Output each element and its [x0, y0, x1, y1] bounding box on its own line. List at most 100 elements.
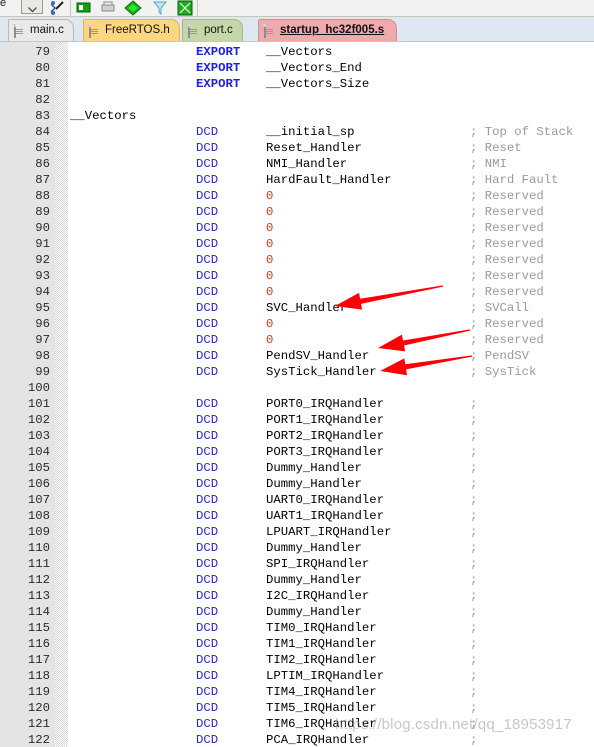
code-keyword: DCD	[196, 349, 219, 363]
tab-port-c[interactable]: port.c	[182, 19, 243, 42]
code-line[interactable]: 92 DCD 0 ; Reserved	[0, 252, 594, 268]
code-symbol: SysTick_Handler	[266, 365, 377, 379]
code-line[interactable]: 115 DCD TIM0_IRQHandler;	[0, 620, 594, 636]
code-line[interactable]: 87 DCD HardFault_Handler ; Hard Fault	[0, 172, 594, 188]
code-line[interactable]: 101 DCD PORT0_IRQHandler;	[0, 396, 594, 412]
code-line[interactable]: 81 EXPORT __Vectors_Size	[0, 76, 594, 92]
insert-window-icon-button[interactable]	[74, 0, 93, 16]
line-number: 113	[27, 589, 50, 603]
code-keyword: DCD	[196, 333, 219, 347]
toolbar-separator	[70, 0, 71, 16]
code-line[interactable]: 104 DCD PORT3_IRQHandler;	[0, 444, 594, 460]
code-comment: ;	[470, 397, 478, 411]
code-label: __Vectors	[70, 109, 137, 123]
code-line[interactable]: 91 DCD 0 ; Reserved	[0, 236, 594, 252]
code-line[interactable]: 80 EXPORT __Vectors_End	[0, 60, 594, 76]
code-line[interactable]: 85 DCD Reset_Handler ; Reset	[0, 140, 594, 156]
print-preview-icon-button[interactable]	[98, 0, 117, 16]
line-number: 94	[35, 285, 50, 299]
code-line[interactable]: 105 DCD Dummy_Handler;	[0, 460, 594, 476]
code-line[interactable]: 122 DCD PCA_IRQHandler;	[0, 732, 594, 747]
code-symbol: NMI_Handler	[266, 157, 348, 171]
code-line[interactable]: 82	[0, 92, 594, 108]
code-text-area[interactable]: 79 EXPORT __Vectors 80 EXPORT __Vectors_End 81…	[0, 42, 594, 747]
code-line[interactable]: 117 DCD TIM2_IRQHandler;	[0, 652, 594, 668]
code-comment: ; Reserved	[470, 285, 544, 299]
build-target-icon	[123, 0, 142, 16]
code-comment: ;	[470, 589, 478, 603]
code-keyword: DCD	[196, 205, 219, 219]
code-keyword: EXPORT	[196, 45, 241, 59]
code-line[interactable]: 83 __Vectors	[0, 108, 594, 124]
code-line[interactable]: 84 DCD __initial_sp ; Top of Stack	[0, 124, 594, 140]
code-line[interactable]: 116 DCD TIM1_IRQHandler;	[0, 636, 594, 652]
code-comment: ;	[470, 461, 478, 475]
code-line[interactable]: 114 DCD Dummy_Handler;	[0, 604, 594, 620]
code-keyword: DCD	[196, 637, 219, 651]
code-keyword: DCD	[196, 301, 219, 315]
filter-icon-button[interactable]	[150, 0, 169, 16]
code-line[interactable]: 98 DCD PendSV_Handler ; PendSV	[0, 348, 594, 364]
toolbar-target-combo[interactable]	[21, 0, 43, 14]
code-keyword: DCD	[196, 173, 219, 187]
code-line[interactable]: 94 DCD 0 ; Reserved	[0, 284, 594, 300]
code-symbol: __initial_sp	[266, 125, 355, 139]
code-line[interactable]: 111 DCD SPI_IRQHandler;	[0, 556, 594, 572]
code-line[interactable]: 109 DCD LPUART_IRQHandler;	[0, 524, 594, 540]
code-editor-pane[interactable]: 79 EXPORT __Vectors 80 EXPORT __Vectors_End 81…	[0, 42, 594, 747]
code-number: 0	[266, 205, 274, 219]
code-line[interactable]: 120 DCD TIM5_IRQHandler;	[0, 700, 594, 716]
code-comment: ; Reserved	[470, 205, 544, 219]
tab-startup-hc32f005-s[interactable]: startup_hc32f005.s	[258, 19, 398, 42]
code-line[interactable]: 97 DCD 0 ; Reserved	[0, 332, 594, 348]
code-comment: ;	[470, 445, 478, 459]
code-line[interactable]: 90 DCD 0 ; Reserved	[0, 220, 594, 236]
code-line[interactable]: 112 DCD Dummy_Handler;	[0, 572, 594, 588]
code-line[interactable]: 107 DCD UART0_IRQHandler;	[0, 492, 594, 508]
code-line[interactable]: 100	[0, 380, 594, 396]
build-target-icon-button[interactable]	[123, 0, 142, 16]
line-number: 100	[27, 381, 50, 395]
code-comment: ; Reserved	[470, 189, 544, 203]
file-icon	[89, 23, 100, 38]
code-comment: ;	[470, 685, 478, 699]
line-number: 91	[35, 237, 50, 251]
code-comment: ; Reset	[470, 141, 522, 155]
code-line[interactable]: 119 DCD TIM4_IRQHandler;	[0, 684, 594, 700]
code-line[interactable]: 88 DCD 0 ; Reserved	[0, 188, 594, 204]
code-line[interactable]: 102 DCD PORT1_IRQHandler;	[0, 412, 594, 428]
code-keyword: DCD	[196, 365, 219, 379]
code-line[interactable]: 95 DCD SVC_Handler ; SVCall	[0, 300, 594, 316]
line-number: 122	[27, 733, 50, 747]
code-line[interactable]: 93 DCD 0 ; Reserved	[0, 268, 594, 284]
line-number: 86	[35, 157, 50, 171]
code-number: 0	[266, 285, 274, 299]
code-comment: ;	[470, 605, 478, 619]
code-line[interactable]: 99 DCD SysTick_Handler ; SysTick	[0, 364, 594, 380]
line-number: 116	[27, 637, 50, 651]
code-line[interactable]: 89 DCD 0 ; Reserved	[0, 204, 594, 220]
tab-main-c[interactable]: main.c	[8, 19, 74, 42]
code-line[interactable]: 103 DCD PORT2_IRQHandler;	[0, 428, 594, 444]
code-line[interactable]: 108 DCD UART1_IRQHandler;	[0, 508, 594, 524]
line-number: 110	[27, 541, 50, 555]
code-line[interactable]: 118 DCD LPTIM_IRQHandler;	[0, 668, 594, 684]
debug-icon-button[interactable]	[175, 0, 194, 16]
bookmark-tree-icon-button[interactable]	[47, 0, 66, 16]
line-number: 87	[35, 173, 50, 187]
code-line[interactable]: 86 DCD NMI_Handler ; NMI	[0, 156, 594, 172]
code-comment: ;	[470, 733, 478, 747]
line-number: 107	[27, 493, 50, 507]
code-line[interactable]: 113 DCD I2C_IRQHandler;	[0, 588, 594, 604]
code-symbol: HardFault_Handler	[266, 173, 392, 187]
code-line[interactable]: 110 DCD Dummy_Handler;	[0, 540, 594, 556]
code-symbol: Dummy_Handler	[266, 477, 362, 491]
tab-freertos-h[interactable]: FreeRTOS.h	[83, 19, 180, 42]
code-keyword: DCD	[196, 413, 219, 427]
code-comment: ; Reserved	[470, 237, 544, 251]
code-line[interactable]: 79 EXPORT __Vectors	[0, 44, 594, 60]
code-keyword: DCD	[196, 477, 219, 491]
bookmark-tree-icon	[50, 0, 64, 15]
code-line[interactable]: 96 DCD 0 ; Reserved	[0, 316, 594, 332]
code-line[interactable]: 106 DCD Dummy_Handler;	[0, 476, 594, 492]
